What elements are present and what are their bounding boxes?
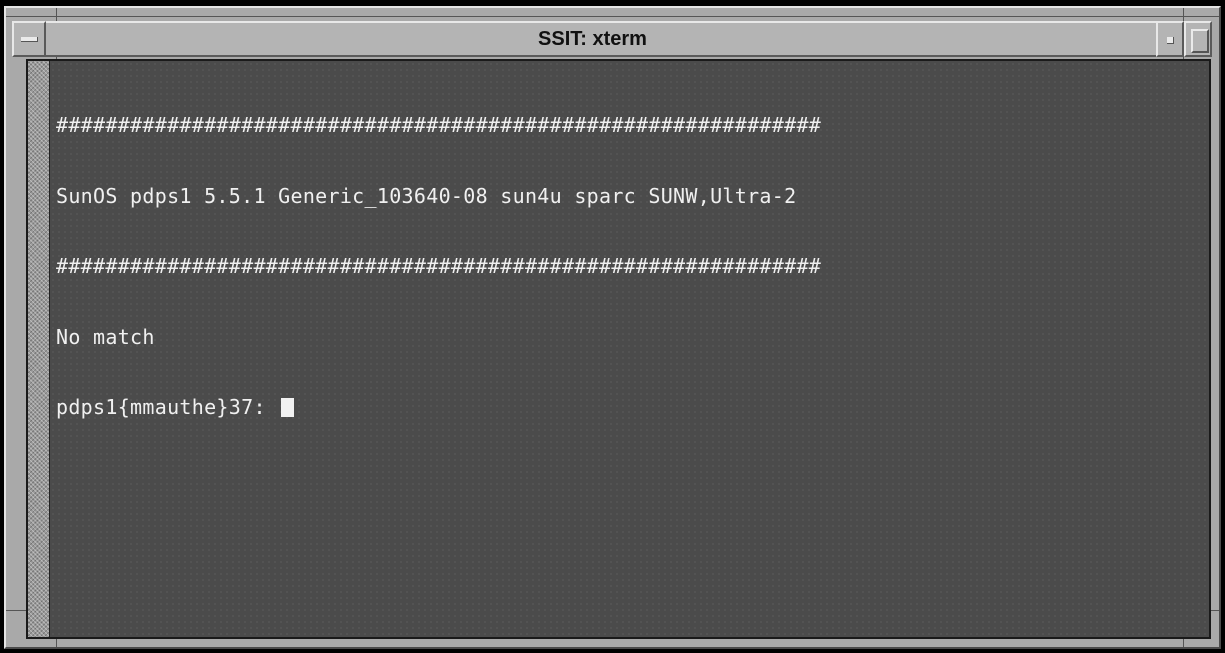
frame-corner-divider (6, 16, 1219, 17)
terminal-prompt-line[interactable]: pdps1{mmauthe}37: (56, 395, 1203, 420)
window-title: SSIT: xterm (538, 28, 647, 50)
maximize-button[interactable] (1184, 21, 1212, 57)
maximize-icon (1191, 29, 1209, 53)
window-menu-icon (21, 37, 38, 42)
minimize-icon (1167, 37, 1174, 44)
shell-prompt: pdps1{mmauthe}37: (56, 395, 279, 419)
scrollbar[interactable] (28, 61, 50, 637)
terminal-line: No match (56, 324, 155, 349)
terminal-output[interactable]: ########################################… (50, 61, 1209, 637)
terminal-line: ########################################… (56, 254, 822, 278)
terminal-line: ########################################… (56, 113, 822, 137)
terminal-line: SunOS pdps1 5.5.1 Generic_103640-08 sun4… (56, 183, 797, 208)
text-cursor (281, 398, 295, 417)
window-menu-button[interactable] (12, 21, 46, 57)
xterm-client-area: ########################################… (26, 59, 1211, 639)
minimize-button[interactable] (1156, 21, 1184, 57)
